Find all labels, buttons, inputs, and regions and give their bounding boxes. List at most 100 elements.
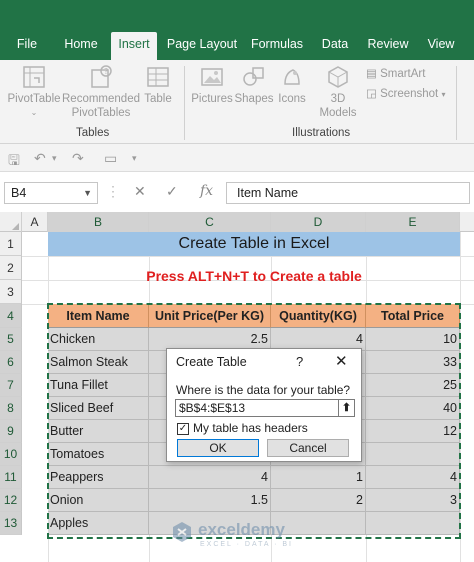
row-header[interactable]: 10 <box>0 443 22 466</box>
formula-input[interactable]: Item Name <box>226 182 470 204</box>
collapse-dialog-icon[interactable]: ⬆ <box>339 399 355 417</box>
headers-checkbox[interactable]: ✓ <box>177 423 189 435</box>
recommended-pivottables-icon: ? <box>91 65 112 88</box>
name-box-value: B4 <box>11 186 27 200</box>
column-header-d[interactable]: D <box>271 212 366 232</box>
tab-page-layout[interactable]: Page Layout <box>166 34 238 60</box>
icons-button[interactable]: Icons <box>276 64 308 106</box>
smartart-button[interactable]: ▤ SmartArt <box>366 66 425 80</box>
recommended-label-2: PivotTables <box>71 107 131 119</box>
chevron-down-icon: ▾ <box>441 90 446 99</box>
tab-view[interactable]: View <box>422 34 460 60</box>
pivottable-label: PivotTable <box>7 93 61 105</box>
pivottable-icon <box>23 66 45 88</box>
chevron-down-icon: ⌄ <box>30 108 38 117</box>
row-header[interactable]: 1 <box>0 232 22 256</box>
ribbon-tab-bar: File Home Insert Page Layout Formulas Da… <box>0 0 474 60</box>
row-header[interactable]: 5 <box>0 328 22 351</box>
drag-handle-icon[interactable]: ⋮ <box>106 183 120 200</box>
table-icon <box>147 67 169 87</box>
column-header-a[interactable]: A <box>22 212 48 232</box>
name-box[interactable]: B4 ▼ <box>4 182 98 204</box>
quick-print-icon[interactable]: ▭ <box>104 150 117 167</box>
ribbon-separator <box>456 66 457 140</box>
row-header[interactable]: 2 <box>0 256 22 280</box>
dialog-title: Create Table <box>176 355 247 369</box>
3d-models-icon <box>328 66 348 88</box>
3d-models-button[interactable]: 3D Models <box>318 64 358 120</box>
row-header[interactable]: 9 <box>0 420 22 443</box>
svg-text:?: ? <box>104 67 108 76</box>
row-header[interactable]: 11 <box>0 466 22 489</box>
screenshot-icon: ◲ <box>366 88 377 100</box>
screenshot-button[interactable]: ◲ Screenshot ▾ <box>366 86 445 100</box>
instruction-text[interactable]: Press ALT+N+T to Create a table <box>48 268 460 284</box>
smartart-icon: ▤ <box>366 68 377 80</box>
row-header[interactable]: 12 <box>0 489 22 512</box>
column-header-b[interactable]: B <box>48 212 149 232</box>
table-button[interactable]: Table <box>142 64 174 106</box>
column-header-e[interactable]: E <box>366 212 460 232</box>
range-input[interactable]: $B$4:$E$13 <box>175 399 339 417</box>
group-label-illustrations: Illustrations <box>292 127 351 139</box>
column-headers: A B C D E <box>0 212 474 232</box>
ribbon-separator <box>184 66 185 140</box>
smartart-label: SmartArt <box>380 68 426 80</box>
pivottable-button[interactable]: PivotTable ⌄ <box>4 64 64 120</box>
sheet-title[interactable]: Create Table in Excel <box>48 232 460 256</box>
row-header[interactable]: 6 <box>0 351 22 374</box>
headers-checkbox-label[interactable]: My table has headers <box>193 421 308 435</box>
dialog-question: Where is the data for your table? <box>176 383 351 397</box>
shapes-button[interactable]: Shapes <box>234 64 274 106</box>
create-table-dialog: Create Table ? ✕ Where is the data for y… <box>166 348 362 462</box>
screenshot-label: Screenshot <box>380 88 439 100</box>
save-icon[interactable]: 🖫 <box>8 150 20 174</box>
column-header-c[interactable]: C <box>149 212 271 232</box>
quick-access-toolbar: 🖫 ↶ ▾ ↷ ▭ ▾ <box>0 144 474 172</box>
select-all-corner[interactable] <box>0 212 22 232</box>
watermark-tagline: EXCEL · DATA · BI <box>200 541 293 548</box>
shapes-label: Shapes <box>234 93 274 105</box>
customize-toolbar-icon[interactable]: ▾ <box>132 153 137 164</box>
row-header[interactable]: 8 <box>0 397 22 420</box>
cancel-button[interactable]: Cancel <box>267 439 349 457</box>
3d-models-label-1: 3D <box>330 93 346 105</box>
pictures-label: Pictures <box>191 93 233 105</box>
tab-home[interactable]: Home <box>58 34 104 60</box>
help-icon[interactable]: ? <box>296 354 303 369</box>
chevron-down-icon[interactable]: ▼ <box>83 183 92 203</box>
tab-file[interactable]: File <box>10 34 44 60</box>
ribbon-insert: PivotTable ⌄ ? Recommended PivotTables T… <box>0 60 474 144</box>
formula-bar: B4 ▼ ⋮ ✕ ✓ fx Item Name <box>0 172 474 212</box>
enter-icon[interactable]: ✓ <box>166 183 178 200</box>
redo-icon[interactable]: ↷ <box>72 150 84 167</box>
ok-button[interactable]: OK <box>177 439 259 457</box>
tab-data[interactable]: Data <box>316 34 354 60</box>
row-header[interactable]: 4 <box>0 304 22 328</box>
close-icon[interactable]: ✕ <box>335 352 348 370</box>
row-header[interactable]: 7 <box>0 374 22 397</box>
recommended-pivottables-button[interactable]: ? Recommended PivotTables <box>62 64 140 120</box>
row-header[interactable]: 3 <box>0 280 22 304</box>
formula-buttons: ⋮ ✕ ✓ fx <box>100 182 222 204</box>
tab-review[interactable]: Review <box>364 34 412 60</box>
cancel-icon[interactable]: ✕ <box>134 183 146 200</box>
shapes-icon <box>243 67 264 86</box>
group-label-tables: Tables <box>76 127 110 139</box>
undo-icon[interactable]: ↶ <box>34 150 46 167</box>
icons-label: Icons <box>278 93 306 105</box>
3d-models-label-2: Models <box>319 107 357 119</box>
chevron-down-icon[interactable]: ▾ <box>52 153 57 164</box>
insert-function-icon[interactable]: fx <box>200 183 213 199</box>
tab-formulas[interactable]: Formulas <box>248 34 306 60</box>
icons-icon <box>284 69 300 85</box>
pictures-button[interactable]: Pictures <box>190 64 234 106</box>
watermark-name: exceldemy <box>198 520 285 539</box>
tab-insert[interactable]: Insert <box>111 32 157 60</box>
table-label: Table <box>144 93 172 105</box>
pictures-icon <box>201 68 223 86</box>
row-header[interactable]: 13 <box>0 512 22 535</box>
watermark: exceldemy EXCEL · DATA · BI <box>170 518 310 558</box>
exceldemy-logo-icon <box>173 522 191 542</box>
recommended-label-1: Recommended <box>62 93 140 105</box>
